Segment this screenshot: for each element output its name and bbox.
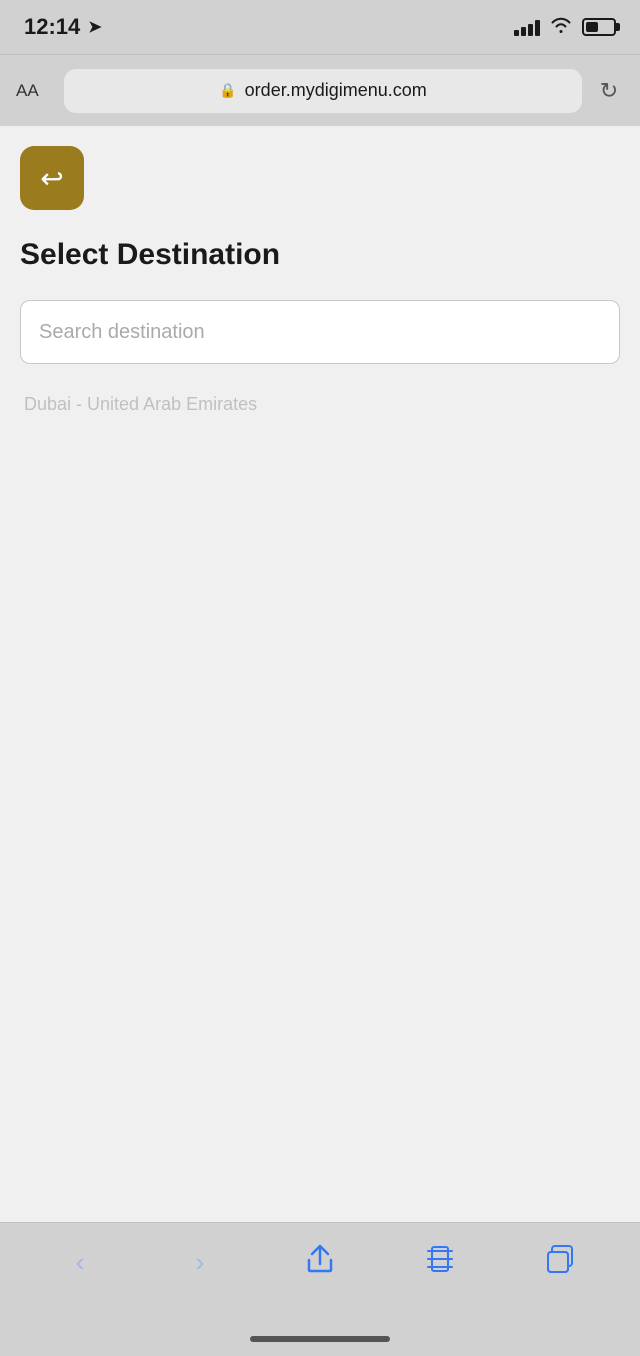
tabs-icon (546, 1245, 574, 1280)
status-time: 12:14 ➤ (24, 14, 102, 40)
bookmarks-icon (425, 1246, 455, 1279)
bookmarks-button[interactable] (410, 1238, 470, 1288)
share-icon (307, 1244, 333, 1281)
signal-icon (514, 18, 540, 36)
browser-forward-icon: › (196, 1247, 205, 1278)
browser-aa-button[interactable]: AA (16, 81, 52, 101)
main-content: ↩ Select Destination Dubai - United Arab… (0, 126, 640, 1222)
location-icon: ➤ (88, 17, 101, 37)
browser-bar: AA 🔒 order.mydigimenu.com ↻ (0, 54, 640, 126)
browser-back-icon: ‹ (76, 1247, 85, 1278)
back-arrow-icon: ↩ (40, 162, 63, 195)
status-bar: 12:14 ➤ (0, 0, 640, 54)
search-input[interactable] (39, 321, 601, 344)
destination-hint: Dubai - United Arab Emirates (20, 384, 620, 425)
browser-back-button[interactable]: ‹ (50, 1238, 110, 1288)
time-display: 12:14 (24, 14, 80, 40)
home-bar (250, 1336, 390, 1342)
home-indicator (0, 1322, 640, 1356)
browser-forward-button[interactable]: › (170, 1238, 230, 1288)
bottom-nav: ‹ › (0, 1222, 640, 1322)
share-button[interactable] (290, 1238, 350, 1288)
back-button[interactable]: ↩ (20, 146, 84, 210)
page-title: Select Destination (20, 238, 620, 272)
lock-icon: 🔒 (219, 82, 236, 99)
wifi-icon (550, 16, 572, 39)
url-bar[interactable]: 🔒 order.mydigimenu.com (64, 69, 582, 113)
battery-icon (582, 18, 616, 36)
refresh-button[interactable]: ↻ (594, 78, 624, 104)
status-icons (514, 16, 616, 39)
tabs-button[interactable] (530, 1238, 590, 1288)
url-text: order.mydigimenu.com (245, 80, 427, 101)
search-container[interactable] (20, 300, 620, 364)
